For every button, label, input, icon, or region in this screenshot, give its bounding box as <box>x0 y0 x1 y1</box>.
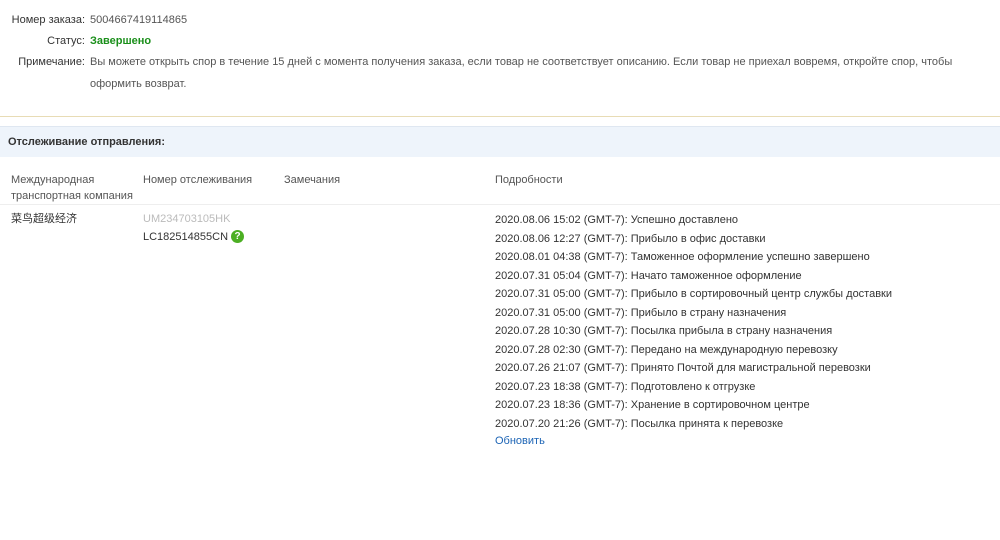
column-header-details: Подробности <box>495 174 563 186</box>
tracking-event: 2020.07.31 05:00 (GMT-7): Прибыло в стра… <box>495 306 787 319</box>
tracking-event: 2020.07.28 10:30 (GMT-7): Посылка прибыл… <box>495 325 833 337</box>
tracking-event: 2020.07.31 05:04 (GMT-7): Начато таможен… <box>495 269 802 282</box>
table-header-divider <box>0 204 1000 205</box>
column-header-remarks: Замечания <box>284 174 341 186</box>
column-header-carrier: Международная транспортная компания <box>11 174 133 202</box>
tracking-event: 2020.08.06 15:02 (GMT-7): Успешно достав… <box>495 214 739 226</box>
order-status-value: Завершено <box>90 35 152 47</box>
tracking-event: 2020.07.23 18:36 (GMT-7): Хранение в сор… <box>495 399 810 411</box>
original-tracking-number: UM234703105HK <box>143 213 231 225</box>
tracking-event: 2020.07.31 05:00 (GMT-7): Прибыло в сорт… <box>495 288 893 300</box>
order-note-value: Вы можете открыть спор в течение 15 дней… <box>90 56 953 90</box>
order-number-value: 5004667419114865 <box>90 14 188 26</box>
order-status-label: Статус: <box>47 35 85 47</box>
order-number-label: Номер заказа: <box>11 14 85 26</box>
order-details-page: Номер заказа: 5004667419114865 Статус: З… <box>0 0 1000 540</box>
order-note-label: Примечание: <box>18 56 85 68</box>
tracking-section-title: Отслеживание отправления: <box>8 136 165 148</box>
question-icon[interactable]: ? <box>231 230 244 243</box>
tracking-event: 2020.08.01 04:38 (GMT-7): Таможенное офо… <box>495 251 870 263</box>
carrier-name: 菜鸟超级经济 <box>11 213 77 225</box>
tracking-event: 2020.07.23 18:38 (GMT-7): Подготовлено к… <box>495 380 756 393</box>
tracking-section-header: Отслеживание отправления: <box>0 126 1000 157</box>
order-info-section: Номер заказа: 5004667419114865 Статус: З… <box>0 0 1000 117</box>
refresh-link[interactable]: Обновить <box>495 433 545 449</box>
tracking-event: 2020.08.06 12:27 (GMT-7): Прибыло в офис… <box>495 232 766 245</box>
current-tracking-number: LC182514855CN <box>143 231 229 243</box>
tracking-event: 2020.07.28 02:30 (GMT-7): Передано на ме… <box>495 343 838 356</box>
tracking-events-list: 2020.08.06 15:02 (GMT-7): Успешно достав… <box>495 211 892 433</box>
tracking-event: 2020.07.20 21:26 (GMT-7): Посылка принят… <box>495 417 784 430</box>
tracking-event: 2020.07.26 21:07 (GMT-7): Принято Почтой… <box>495 362 871 374</box>
column-header-tracking-number: Номер отслеживания <box>143 174 253 186</box>
